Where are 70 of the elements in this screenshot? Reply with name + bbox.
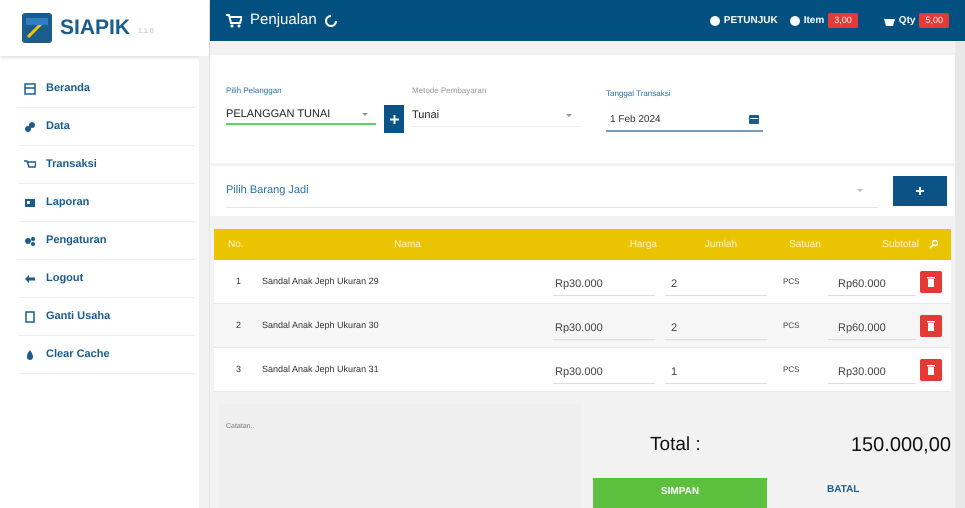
menu-item[interactable]: Logout [18,260,195,298]
product-name: Sandal Anak Jeph Ukuran 31 [262,362,380,376]
caret-icon [857,189,863,192]
scrollbar-track[interactable] [199,56,209,508]
customer-select[interactable]: PELANGGAN TUNAI [226,105,376,125]
menu-item[interactable]: Data [18,108,195,146]
date-field[interactable]: 1 Feb 2024 [606,108,763,132]
row-number: 1 [235,274,242,288]
subtotal-field: Rp60.000 [828,318,916,340]
qty-count-badge: 5,00 [919,12,949,28]
menu-item[interactable]: Beranda [18,70,195,108]
price-field[interactable]: Rp30.000 [553,362,655,384]
column-header: Jumlah [704,238,738,252]
quantity-field[interactable]: 2 [665,274,767,296]
delete-button[interactable] [920,270,942,292]
field-label: Tanggal Transaksi [606,88,672,100]
cart-icon [226,14,242,28]
home-icon [24,82,36,94]
caret-icon [566,114,572,117]
product-name: Sandal Anak Jeph Ukuran 30 [262,318,380,332]
item-count-badge: 3,00 [828,12,858,28]
trash-icon [927,276,935,286]
column-header: Satuan [788,238,822,252]
plus-icon [390,114,398,124]
caret-icon [362,112,368,116]
quantity-field[interactable]: 1 [665,362,767,384]
logo-icon [22,13,52,43]
total-value: 150.000,00 [850,433,951,458]
arrow-icon [24,272,36,284]
cart-icon [24,158,36,170]
subtotal-field: Rp60.000 [828,274,916,296]
cancel-button[interactable]: BATAL [827,482,860,497]
item-label: Item [804,14,824,28]
row-number: 3 [235,362,242,376]
help-icon [710,16,720,26]
subtotal-field: Rp30.000 [828,362,916,384]
row-number: 2 [235,318,242,332]
tablet-icon [24,310,36,322]
trash-icon [927,320,935,330]
delete-button[interactable] [920,314,942,336]
delete-button[interactable] [920,358,942,380]
column-header: Subtotal [881,238,919,252]
refresh-icon[interactable] [324,14,337,26]
page-title: Penjualan [250,10,317,30]
menu-item[interactable]: Laporan [18,184,195,222]
unit-text: PCS [783,364,800,376]
unit-text: PCS [783,320,800,332]
column-header: Harga [628,238,658,252]
total-label: Total : [650,432,701,457]
trash-icon [927,364,935,374]
plus-icon [916,187,924,195]
quantity-field[interactable]: 2 [665,318,767,340]
menu-item[interactable]: Pengaturan [18,222,195,260]
scrollbar-track[interactable] [955,41,965,508]
add-customer-button[interactable] [384,105,404,133]
field-label: Pilih Pelanggan [226,85,283,97]
help-link[interactable]: PETUNJUK [724,13,778,28]
menu-item[interactable]: Clear Cache [18,336,195,374]
price-field[interactable]: Rp30.000 [553,318,655,340]
unit-text: PCS [783,276,800,288]
payment-select[interactable]: Tunai [412,105,580,127]
menu-item[interactable]: Ganti Usaha [18,298,195,336]
field-label: Metode Pembayaran [412,85,488,97]
menu-item[interactable]: Transaksi [18,146,195,184]
product-name: Sandal Anak Jeph Ukuran 29 [262,274,380,288]
column-header: Nama [393,238,422,252]
column-header: No. [227,238,245,252]
price-field[interactable]: Rp30.000 [553,274,655,296]
app-name: SIAPIK [60,15,130,42]
qty-label: Qty [898,14,916,28]
